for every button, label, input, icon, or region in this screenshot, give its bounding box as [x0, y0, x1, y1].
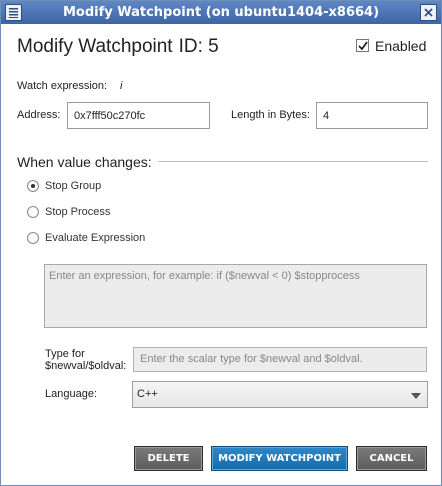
- window-menu-icon[interactable]: [5, 4, 22, 21]
- modify-watchpoint-button[interactable]: MODIFY WATCHPOINT: [211, 446, 348, 471]
- watchpoint-id: ID: 5: [178, 36, 219, 57]
- section-title: When value changes:: [17, 154, 152, 170]
- radio-stop-process-label[interactable]: Stop Process: [45, 206, 110, 218]
- length-field[interactable]: 4: [316, 102, 428, 129]
- scalar-type-input[interactable]: Enter the scalar type for $newval and $o…: [133, 347, 427, 372]
- language-select[interactable]: C++: [132, 381, 428, 408]
- enabled-label: Enabled: [375, 38, 427, 54]
- delete-button[interactable]: DELETE: [134, 446, 203, 471]
- chevron-down-icon: [411, 393, 421, 399]
- section-divider: [158, 161, 428, 162]
- radio-stop-group[interactable]: [27, 180, 39, 192]
- length-label: Length in Bytes:: [231, 109, 310, 121]
- expression-textarea[interactable]: Enter an expression, for example: if ($n…: [44, 264, 427, 328]
- checkbox-box[interactable]: [356, 39, 369, 52]
- title-bar[interactable]: Modify Watchpoint (on ubuntu1404-x8664): [1, 1, 441, 24]
- radio-evaluate-expression-label[interactable]: Evaluate Expression: [45, 232, 145, 244]
- address-label: Address:: [17, 109, 61, 121]
- language-value: C++: [137, 388, 158, 400]
- checkmark-icon: [358, 41, 368, 51]
- watch-expression-value: i: [120, 80, 123, 92]
- window-title: Modify Watchpoint (on ubuntu1404-x8664): [62, 5, 380, 20]
- type-label-line1: Type for: [45, 348, 85, 360]
- page-title: Modify Watchpoint ID: 5: [17, 36, 219, 58]
- radio-stop-process[interactable]: [27, 206, 39, 218]
- type-label-line2: $newval/$oldval:: [45, 360, 127, 372]
- type-label: Type for $newval/$oldval:: [45, 348, 126, 372]
- radio-stop-group-label[interactable]: Stop Group: [45, 180, 101, 192]
- radio-evaluate-expression[interactable]: [27, 232, 39, 244]
- cancel-button[interactable]: CANCEL: [356, 446, 427, 471]
- watch-expression-label: Watch expression:: [17, 80, 108, 92]
- close-icon[interactable]: [420, 4, 437, 21]
- page-title-text: Modify Watchpoint: [17, 36, 173, 57]
- language-label: Language:: [45, 388, 97, 400]
- modify-watchpoint-dialog: Modify Watchpoint (on ubuntu1404-x8664) …: [0, 0, 442, 486]
- address-field[interactable]: 0x7fff50c270fc: [67, 102, 210, 129]
